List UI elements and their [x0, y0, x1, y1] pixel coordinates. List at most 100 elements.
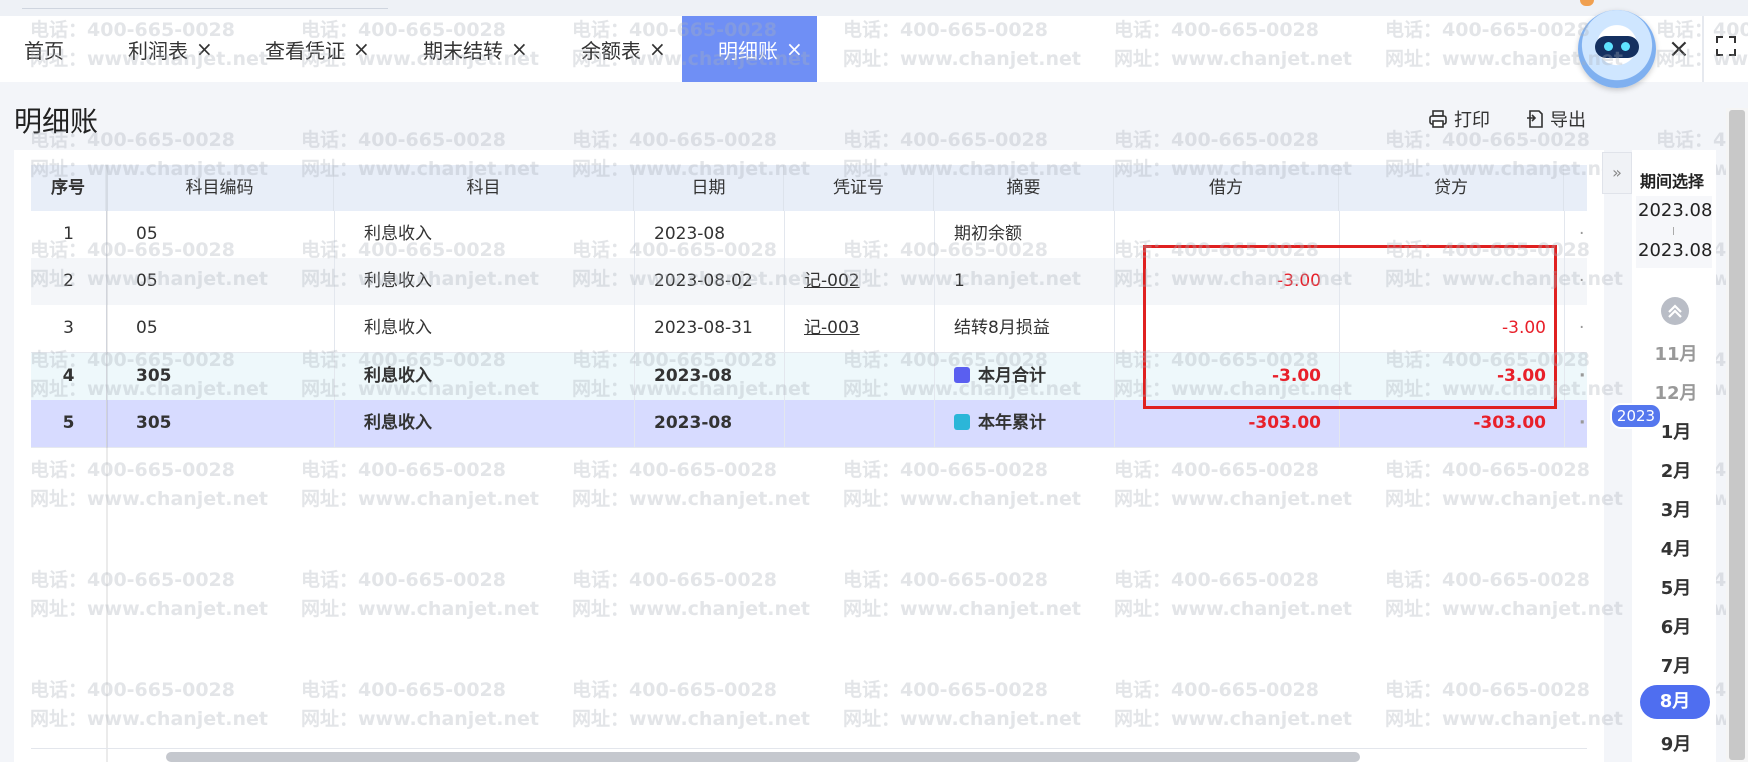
- tab-detail-ledger[interactable]: 明细账 ×: [682, 16, 817, 82]
- cell-no: 3: [31, 305, 106, 352]
- cell-text: 结转8月损益: [954, 318, 1050, 338]
- tab-profit-statement[interactable]: 利润表 ×: [128, 16, 213, 82]
- cell-text: 05: [136, 224, 158, 244]
- cell-text: 2023-08: [654, 224, 726, 244]
- scroll-up-icon[interactable]: [1661, 297, 1689, 325]
- month-item[interactable]: 5月: [1640, 574, 1712, 600]
- tab-view-voucher[interactable]: 查看凭证 ×: [265, 16, 370, 82]
- print-button[interactable]: 打印: [1428, 106, 1490, 132]
- cell-text: 1: [954, 271, 965, 291]
- cell-text: 本年累计: [978, 413, 1046, 433]
- period-title: 期间选择: [1640, 172, 1705, 191]
- cell-text: 5: [62, 413, 75, 433]
- cell-text: 本月合计: [978, 366, 1046, 386]
- cell-overflow: ·: [1579, 318, 1585, 338]
- cell-text: 利息收入: [364, 224, 432, 244]
- header-cell-debit[interactable]: 借方: [1114, 165, 1339, 211]
- cell-no: 5: [31, 400, 106, 447]
- month-icon: [954, 367, 970, 383]
- tab-balance-sheet[interactable]: 余额表 ×: [581, 16, 666, 82]
- cell-no: 4: [31, 353, 106, 400]
- cell-text: 利息收入: [364, 318, 432, 338]
- tab-label: 明细账: [718, 38, 778, 63]
- period-end[interactable]: 2023.08: [1638, 240, 1712, 261]
- month-item[interactable]: 4月: [1640, 535, 1712, 561]
- month-item[interactable]: 9月: [1640, 730, 1712, 756]
- cell-overflow: ·: [1579, 366, 1586, 386]
- header-cell-date[interactable]: 日期: [634, 165, 784, 211]
- vertical-scrollbar[interactable]: [1726, 108, 1748, 762]
- month-item[interactable]: 12月: [1640, 379, 1712, 405]
- cell-voucher[interactable]: 记-002: [784, 258, 934, 305]
- cell-account: 利息收入: [334, 353, 634, 400]
- cell-voucher[interactable]: 记-003: [784, 305, 934, 352]
- close-icon[interactable]: ×: [511, 37, 528, 61]
- close-icon[interactable]: ×: [196, 37, 213, 61]
- close-icon[interactable]: ×: [786, 37, 803, 61]
- horizontal-scrollbar[interactable]: [166, 752, 1360, 762]
- column-divider: [1564, 400, 1565, 447]
- cell-text: 利息收入: [364, 271, 432, 291]
- cell-text: 记-002: [804, 271, 860, 291]
- month-item[interactable]: 8月: [1640, 685, 1710, 719]
- cell-code: 305: [106, 400, 334, 447]
- cell-account: 利息收入: [334, 258, 634, 305]
- header-cell-code[interactable]: 科目编码: [106, 165, 334, 211]
- cell-text: 4: [62, 366, 75, 386]
- month-item[interactable]: 11月: [1640, 340, 1712, 366]
- highlight-box: [1143, 245, 1557, 409]
- print-label: 打印: [1454, 110, 1490, 131]
- month-item[interactable]: 6月: [1640, 613, 1712, 639]
- year-badge: 2023: [1610, 403, 1662, 429]
- cell-code: 05: [106, 305, 334, 352]
- cell-summary: 期初余额: [934, 211, 1114, 258]
- header-cell-no[interactable]: 序号: [31, 165, 106, 211]
- cell-account: 利息收入: [334, 305, 634, 352]
- cell-overflow: ·: [1579, 413, 1586, 433]
- tab-home[interactable]: 首页: [24, 16, 64, 82]
- header-cell-credit[interactable]: 贷方: [1339, 165, 1564, 211]
- cell-voucher: [784, 400, 934, 447]
- header-cell-summary[interactable]: 摘要: [934, 165, 1114, 211]
- column-divider: [1564, 353, 1565, 400]
- page-title: 明细账: [14, 105, 99, 138]
- cell-text: 2023-08: [654, 413, 733, 433]
- cell-account: 利息收入: [334, 400, 634, 447]
- header-cell-account[interactable]: 科目: [334, 165, 634, 211]
- header-cell-voucher[interactable]: 凭证号: [784, 165, 934, 211]
- close-icon[interactable]: ×: [649, 37, 666, 61]
- cell-summary: 结转8月损益: [934, 305, 1114, 352]
- cell-summary: 1: [934, 258, 1114, 305]
- robot-eye: [1621, 42, 1630, 51]
- expand-panel-icon[interactable]: »: [1602, 152, 1632, 194]
- period-start[interactable]: 2023.08: [1638, 200, 1712, 221]
- top-strip: [0, 0, 1748, 16]
- tab-label: 利润表: [128, 38, 188, 63]
- close-icon[interactable]: ×: [353, 37, 370, 61]
- export-button[interactable]: 导出: [1526, 106, 1586, 132]
- month-item[interactable]: 2月: [1640, 457, 1712, 483]
- cell-text: 利息收入: [364, 413, 432, 433]
- tab-period-end-closing[interactable]: 期末结转 ×: [423, 16, 528, 82]
- fullscreen-icon[interactable]: [1716, 36, 1736, 56]
- export-label: 导出: [1550, 110, 1586, 131]
- cell-voucher: [784, 353, 934, 400]
- cell-summary: 本月合计: [934, 353, 1114, 400]
- close-icon[interactable]: ×: [1668, 34, 1690, 64]
- cell-date: 2023-08: [634, 211, 784, 258]
- cell-voucher: [784, 211, 934, 258]
- cell-date: 2023-08-02: [634, 258, 784, 305]
- cell-date: 2023-08: [634, 400, 784, 447]
- tab-label: 首页: [24, 38, 64, 63]
- cell-text: 3: [63, 318, 74, 338]
- robot-assistant-icon[interactable]: [1578, 10, 1656, 88]
- cell-no: 1: [31, 211, 106, 258]
- cell-text: 305: [136, 413, 172, 433]
- vertical-scroll-thumb[interactable]: [1729, 110, 1745, 760]
- month-item[interactable]: 7月: [1640, 652, 1712, 678]
- header-cell-more: [1564, 165, 1587, 211]
- cell-text: -303.00: [1473, 413, 1546, 433]
- cell-no: 2: [31, 258, 106, 305]
- tab-label: 余额表: [581, 38, 641, 63]
- month-item[interactable]: 3月: [1640, 496, 1712, 522]
